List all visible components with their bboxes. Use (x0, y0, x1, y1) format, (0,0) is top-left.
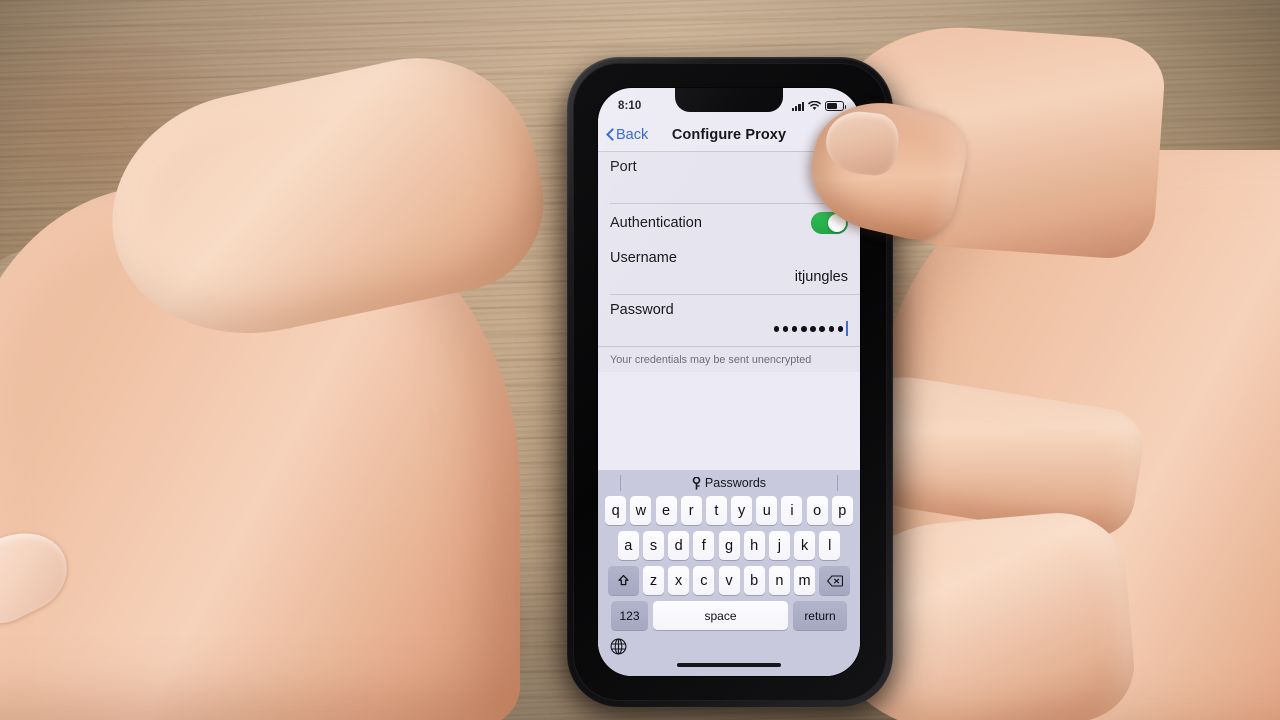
key-l[interactable]: l (819, 531, 841, 560)
password-dot (782, 326, 789, 332)
password-label: Password (610, 301, 674, 318)
key-m[interactable]: m (794, 566, 816, 595)
on-screen-keyboard: Passwords qwertyuiop asdfghjkl zxcvbnm 1… (598, 470, 860, 676)
key-a[interactable]: a (617, 531, 639, 560)
key-n[interactable]: n (768, 566, 790, 595)
key-icon (692, 475, 701, 490)
keyboard-row-3: zxcvbnm (598, 566, 860, 595)
key-z[interactable]: z (642, 566, 664, 595)
keyboard-row-1: qwertyuiop (598, 496, 860, 525)
back-button[interactable]: Back (606, 127, 648, 143)
key-q[interactable]: q (605, 496, 627, 525)
key-j[interactable]: j (768, 531, 790, 560)
globe-icon[interactable] (610, 638, 627, 655)
username-label: Username (610, 250, 677, 267)
credentials-warning-note: Your credentials may be sent unencrypted (598, 345, 860, 372)
display-notch (675, 88, 783, 112)
text-cursor (846, 321, 848, 337)
key-h[interactable]: h (743, 531, 765, 560)
key-b[interactable]: b (743, 566, 765, 595)
key-w[interactable]: w (630, 496, 652, 525)
key-v[interactable]: v (718, 566, 740, 595)
status-bar-time: 8:10 (618, 100, 642, 112)
password-masked-dots (773, 326, 844, 332)
chevron-left-icon (606, 129, 614, 142)
form-row-username[interactable]: Username itjungles (598, 243, 860, 295)
keyboard-bottom-bar (598, 634, 860, 674)
key-r[interactable]: r (680, 496, 702, 525)
username-value[interactable]: itjungles (610, 268, 848, 294)
signal-bars-icon (791, 101, 804, 111)
password-dot (773, 326, 780, 332)
battery-icon (825, 101, 847, 111)
shift-key[interactable] (607, 566, 639, 595)
password-dot (810, 326, 816, 332)
form-row-authentication[interactable]: Authentication (598, 203, 860, 243)
back-button-label: Back (616, 127, 649, 143)
key-k[interactable]: k (794, 531, 816, 560)
key-f[interactable]: f (693, 531, 715, 560)
keyboard-row-2: asdfghjkl (598, 531, 860, 560)
key-x[interactable]: x (668, 566, 690, 595)
password-dot (828, 326, 835, 332)
delete-key[interactable] (819, 566, 851, 595)
password-dot (801, 326, 807, 332)
key-c[interactable]: c (693, 566, 715, 595)
key-o[interactable]: o (806, 496, 828, 525)
shift-arrow-icon (617, 574, 630, 587)
key-g[interactable]: g (718, 531, 740, 560)
password-dot (791, 326, 798, 332)
password-dot (819, 326, 826, 332)
left-hand (0, 35, 600, 720)
wifi-icon (808, 101, 821, 111)
return-key[interactable]: return (793, 601, 847, 630)
authentication-label: Authentication (610, 214, 702, 231)
key-p[interactable]: p (831, 496, 853, 525)
key-u[interactable]: u (756, 496, 778, 525)
passwords-autofill-label: Passwords (704, 476, 767, 490)
key-s[interactable]: s (642, 531, 664, 560)
home-indicator[interactable] (677, 663, 781, 667)
form-row-password[interactable]: Password (598, 294, 860, 346)
key-t[interactable]: t (705, 496, 727, 525)
key-i[interactable]: i (781, 496, 803, 525)
backspace-icon (826, 574, 843, 587)
passwords-autofill-button[interactable]: Passwords (598, 470, 860, 496)
keyboard-row-3-letters: zxcvbnm (642, 566, 816, 595)
space-key[interactable]: space (653, 601, 788, 630)
status-bar-indicators (791, 101, 847, 111)
numbers-key[interactable]: 123 (611, 601, 648, 630)
keyboard-row-4: 123 space return (598, 601, 860, 630)
key-e[interactable]: e (655, 496, 677, 525)
key-y[interactable]: y (731, 496, 753, 525)
key-d[interactable]: d (668, 531, 690, 560)
password-dot (837, 326, 844, 332)
password-value[interactable] (610, 320, 848, 346)
